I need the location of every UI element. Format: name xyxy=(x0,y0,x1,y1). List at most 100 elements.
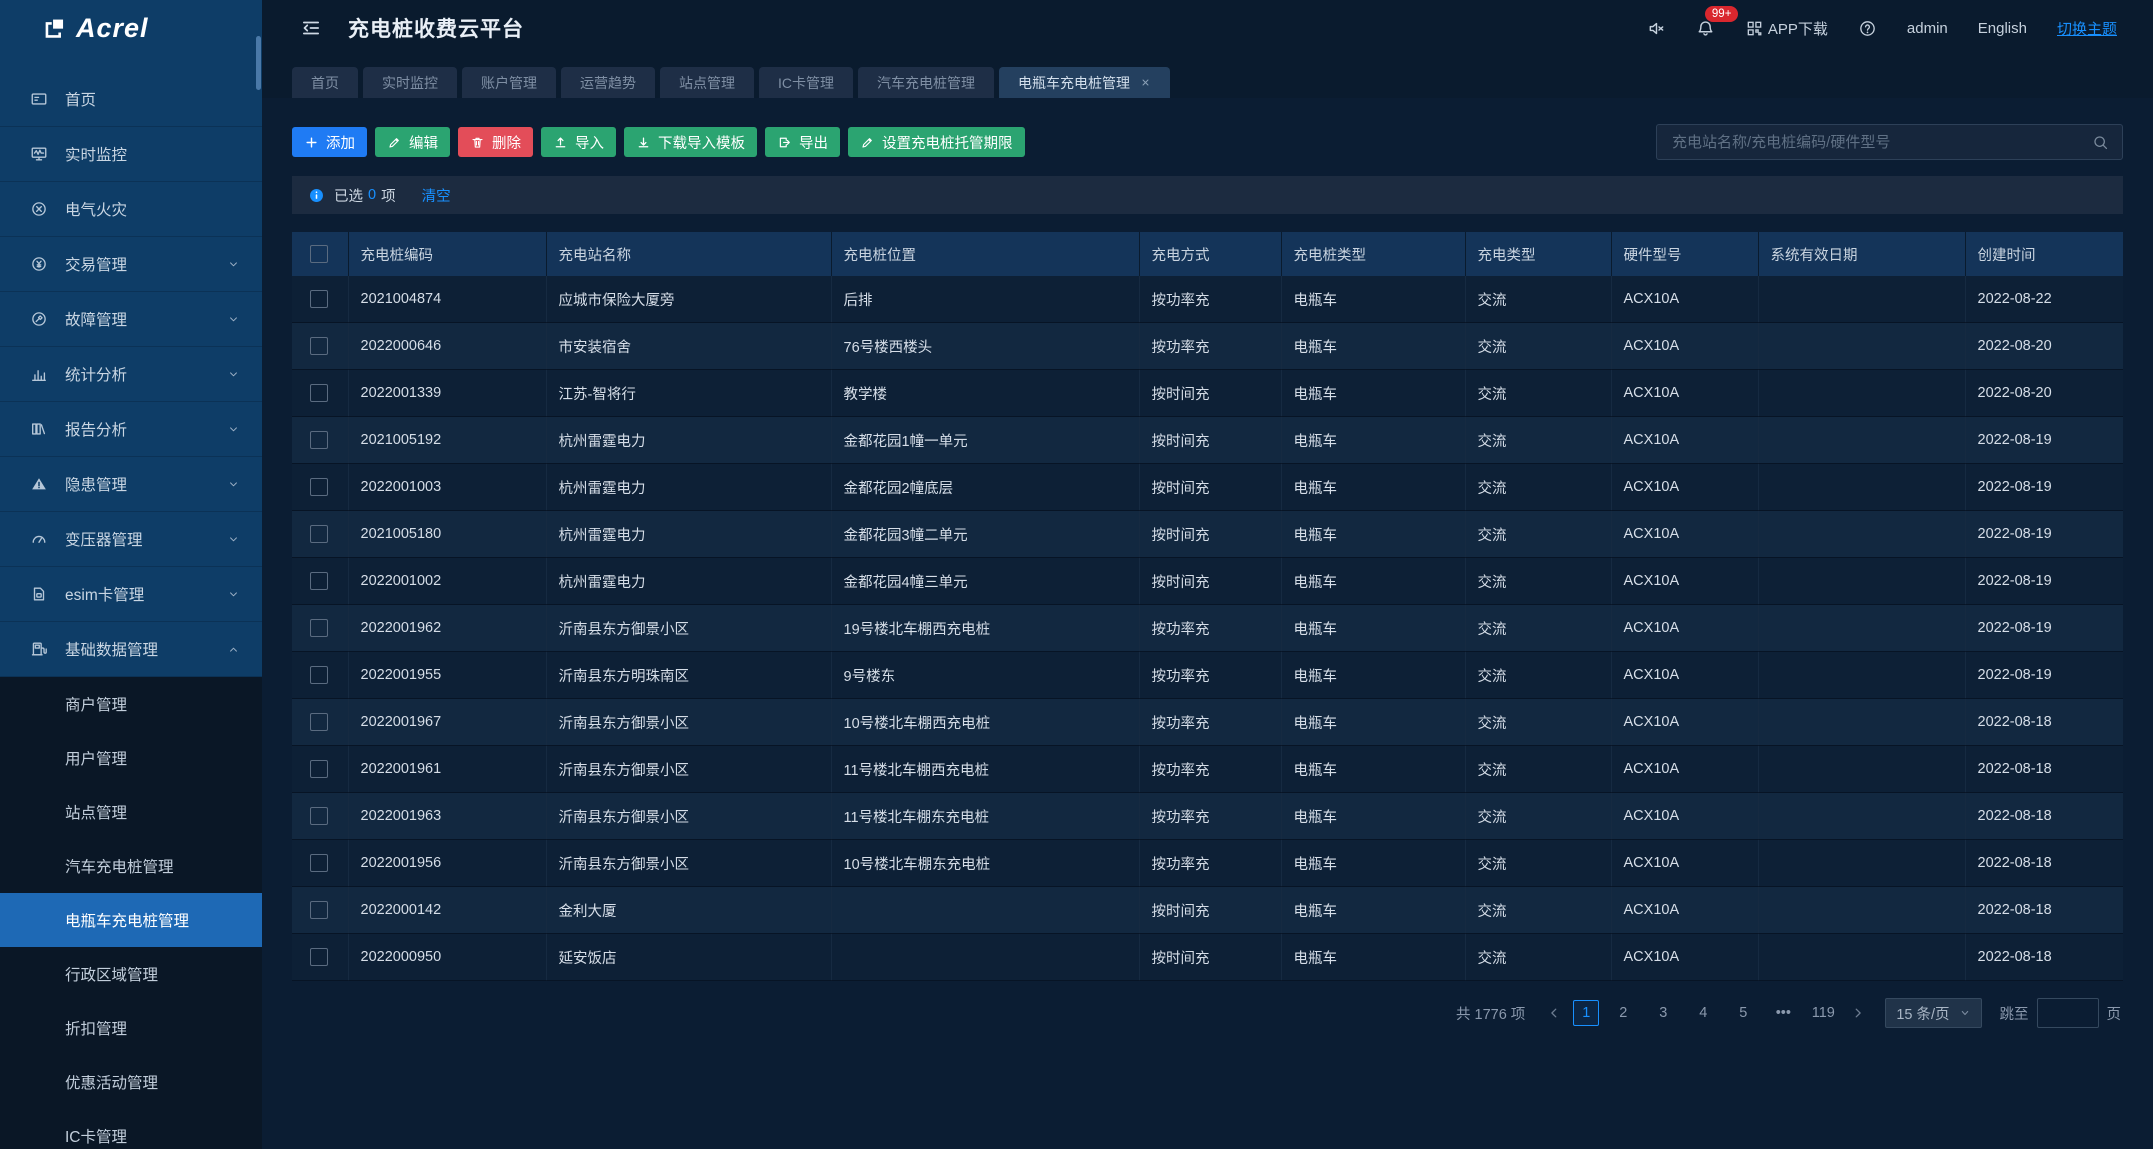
tab-active-7[interactable]: 电瓶车充电桩管理 xyxy=(999,67,1170,98)
sidebar-item-base-data-mgmt[interactable]: 基础数据管理 xyxy=(0,622,262,677)
row-checkbox-cell xyxy=(292,417,348,464)
user-menu[interactable]: admin xyxy=(1907,20,1948,37)
cell-created: 2022-08-22 xyxy=(1965,276,2123,323)
sidebar-subitem-discount-mgmt[interactable]: 折扣管理 xyxy=(0,1001,262,1055)
speaker-mute-icon[interactable] xyxy=(1647,19,1666,38)
prev-page-icon[interactable] xyxy=(1543,1006,1565,1020)
row-checkbox-cell xyxy=(292,793,348,840)
row-checkbox[interactable] xyxy=(310,525,328,543)
notification-bell-icon[interactable]: 99+ xyxy=(1696,19,1715,38)
sidebar-item-realtime-monitor[interactable]: 实时监控 xyxy=(0,127,262,182)
add-button[interactable]: 添加 xyxy=(292,127,367,157)
set-trust-term-button[interactable]: 设置充电桩托管期限 xyxy=(848,127,1025,157)
row-checkbox-cell xyxy=(292,699,348,746)
sidebar-item-electrical-fire[interactable]: 电气火灾 xyxy=(0,182,262,237)
cell-charge_type: 交流 xyxy=(1465,793,1611,840)
sidebar-item-stats-analysis[interactable]: 统计分析 xyxy=(0,347,262,402)
cell-charge_type: 交流 xyxy=(1465,464,1611,511)
sidebar-scrollbar[interactable] xyxy=(256,36,261,90)
search-icon[interactable] xyxy=(2092,134,2109,151)
page-size-select[interactable]: 15 条/页 xyxy=(1885,998,1981,1028)
page-number-2[interactable]: 2 xyxy=(1607,1000,1639,1026)
tab-6[interactable]: 汽车充电桩管理 xyxy=(858,67,994,98)
row-checkbox[interactable] xyxy=(310,431,328,449)
clear-selection-link[interactable]: 清空 xyxy=(422,185,451,206)
sidebar-item-esim-card-mgmt[interactable]: esim卡管理 xyxy=(0,567,262,622)
chevron-down-icon xyxy=(227,313,240,326)
cell-station: 杭州雷霆电力 xyxy=(546,511,831,558)
tab-4[interactable]: 站点管理 xyxy=(660,67,754,98)
row-checkbox[interactable] xyxy=(310,713,328,731)
page-jump: 跳至 页 xyxy=(2000,998,2122,1028)
sidebar-item-hazard-mgmt[interactable]: 隐患管理 xyxy=(0,457,262,512)
edit-button[interactable]: 编辑 xyxy=(375,127,450,157)
row-checkbox[interactable] xyxy=(310,337,328,355)
page-number-119[interactable]: 119 xyxy=(1807,1000,1839,1026)
sidebar-subitem-ic-card-mgmt[interactable]: IC卡管理 xyxy=(0,1109,262,1149)
brand-name: Acrel xyxy=(76,13,149,44)
row-checkbox[interactable] xyxy=(310,384,328,402)
cell-location: 后排 xyxy=(831,276,1139,323)
sidebar-subitem-site-mgmt[interactable]: 站点管理 xyxy=(0,785,262,839)
help-icon[interactable] xyxy=(1858,19,1877,38)
download-tpl-button[interactable]: 下载导入模板 xyxy=(624,127,757,157)
select-all-checkbox[interactable] xyxy=(310,245,328,263)
sidebar-subitem-user-mgmt[interactable]: 用户管理 xyxy=(0,731,262,785)
row-checkbox[interactable] xyxy=(310,901,328,919)
language-switch[interactable]: English xyxy=(1978,20,2027,37)
row-checkbox[interactable] xyxy=(310,619,328,637)
row-checkbox[interactable] xyxy=(310,854,328,872)
sidebar-subitem-merchant-mgmt[interactable]: 商户管理 xyxy=(0,677,262,731)
search-input[interactable] xyxy=(1670,133,2092,152)
jump-page-input[interactable] xyxy=(2037,998,2099,1028)
menu-collapse-icon[interactable] xyxy=(300,17,322,39)
cell-location: 10号楼北车棚西充电桩 xyxy=(831,699,1139,746)
sidebar-item-transaction-mgmt[interactable]: 交易管理 xyxy=(0,237,262,292)
row-checkbox[interactable] xyxy=(310,290,328,308)
cell-station: 杭州雷霆电力 xyxy=(546,464,831,511)
row-checkbox[interactable] xyxy=(310,760,328,778)
tab-2[interactable]: 账户管理 xyxy=(462,67,556,98)
sidebar-item-home[interactable]: 首页 xyxy=(0,72,262,127)
page-number-1[interactable]: 1 xyxy=(1573,1000,1599,1026)
page-ellipsis[interactable]: ••• xyxy=(1767,1000,1799,1026)
cell-charge_type: 交流 xyxy=(1465,558,1611,605)
tab-3[interactable]: 运营趋势 xyxy=(561,67,655,98)
page-number-3[interactable]: 3 xyxy=(1647,1000,1679,1026)
sidebar-subitem-car-pile-mgmt[interactable]: 汽车充电桩管理 xyxy=(0,839,262,893)
cell-pile_type: 电瓶车 xyxy=(1281,323,1465,370)
table-header-row: 充电桩编码充电站名称充电桩位置充电方式充电桩类型充电类型硬件型号系统有效日期创建… xyxy=(292,232,2123,276)
cell-created: 2022-08-18 xyxy=(1965,793,2123,840)
theme-switch-link[interactable]: 切换主题 xyxy=(2057,18,2117,39)
cell-created: 2022-08-19 xyxy=(1965,652,2123,699)
sidebar-subitem-region-mgmt[interactable]: 行政区域管理 xyxy=(0,947,262,1001)
sidebar-subitem-ebike-pile-mgmt[interactable]: 电瓶车充电桩管理 xyxy=(0,893,262,947)
sidebar-item-fault-mgmt[interactable]: 故障管理 xyxy=(0,292,262,347)
import-button[interactable]: 导入 xyxy=(541,127,616,157)
column-header-location: 充电桩位置 xyxy=(831,232,1139,276)
row-checkbox[interactable] xyxy=(310,948,328,966)
tab-close-icon[interactable] xyxy=(1140,77,1151,88)
page-number-5[interactable]: 5 xyxy=(1727,1000,1759,1026)
table-row: 2022001002杭州雷霆电力金都花园4幢三单元按时间充电瓶车交流ACX10A… xyxy=(292,558,2123,605)
next-page-icon[interactable] xyxy=(1847,1006,1869,1020)
notification-badge: 99+ xyxy=(1705,6,1739,22)
sidebar: Acrel 首页实时监控电气火灾交易管理故障管理统计分析报告分析隐患管理变压器管… xyxy=(0,0,262,1149)
sidebar-subitem-promo-mgmt[interactable]: 优惠活动管理 xyxy=(0,1055,262,1109)
sidebar-item-transformer-mgmt[interactable]: 变压器管理 xyxy=(0,512,262,567)
row-checkbox[interactable] xyxy=(310,807,328,825)
cell-charge_type: 交流 xyxy=(1465,417,1611,464)
row-checkbox[interactable] xyxy=(310,666,328,684)
tab-0[interactable]: 首页 xyxy=(292,67,358,98)
sidebar-item-report-analysis[interactable]: 报告分析 xyxy=(0,402,262,457)
row-checkbox[interactable] xyxy=(310,572,328,590)
export-button[interactable]: 导出 xyxy=(765,127,840,157)
chevron-up-icon xyxy=(227,643,240,656)
delete-button[interactable]: 删除 xyxy=(458,127,533,157)
cell-charge_type: 交流 xyxy=(1465,699,1611,746)
row-checkbox[interactable] xyxy=(310,478,328,496)
page-number-4[interactable]: 4 xyxy=(1687,1000,1719,1026)
app-download[interactable]: APP下载 xyxy=(1745,18,1828,39)
tab-5[interactable]: IC卡管理 xyxy=(759,67,853,98)
tab-1[interactable]: 实时监控 xyxy=(363,67,457,98)
